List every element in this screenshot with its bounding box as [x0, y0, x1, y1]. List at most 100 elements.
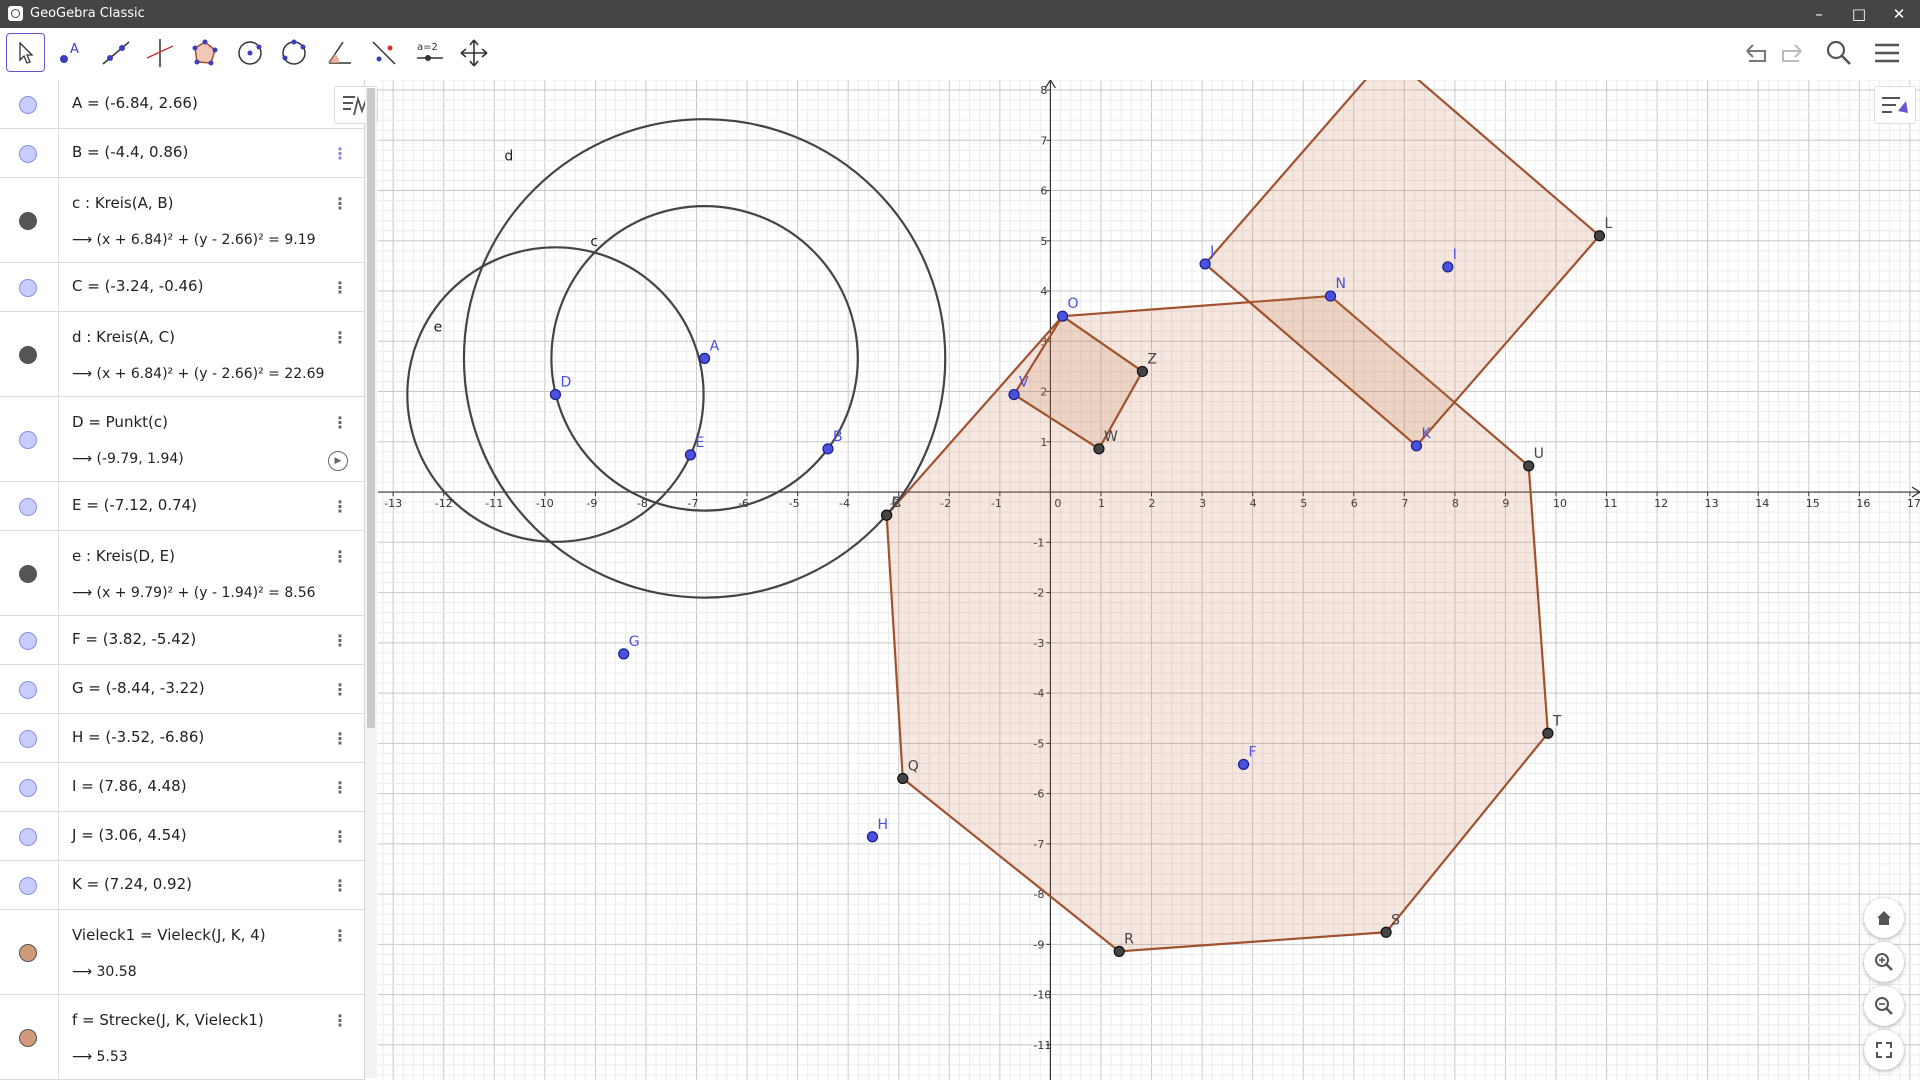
algebra-row[interactable]: f = Strecke(J, K, Vieleck1) ⟶ 5.53 ⋮ — [0, 995, 364, 1080]
row-divider — [58, 397, 59, 481]
fullscreen-icon[interactable] — [1864, 1030, 1904, 1070]
close-icon[interactable]: ✕ — [1876, 0, 1920, 28]
point-K — [1410, 440, 1423, 452]
algebra-definition[interactable]: Vieleck1 = Vieleck(J, K, 4) — [72, 926, 266, 944]
algebra-row[interactable]: e : Kreis(D, E) ⟶ (x + 9.79)² + (y - 1.94… — [0, 531, 364, 616]
home-icon[interactable] — [1864, 898, 1904, 938]
play-animation-icon[interactable]: ▶ — [328, 451, 348, 471]
more-options-icon[interactable]: ⋮ — [332, 144, 348, 164]
x-tick-label: 15 — [1806, 497, 1820, 510]
point-label: T — [1552, 713, 1562, 729]
polygon-tool[interactable] — [184, 33, 224, 73]
algebra-definition[interactable]: e : Kreis(D, E) — [72, 547, 175, 565]
more-options-icon[interactable]: ⋮ — [332, 631, 348, 651]
algebra-definition[interactable]: D = Punkt(c) — [72, 413, 168, 431]
more-options-icon[interactable]: ⋮ — [332, 778, 348, 798]
y-tick-label: 6 — [1040, 185, 1047, 198]
algebra-row[interactable]: H = (-3.52, -6.86) ⋮ — [0, 714, 364, 763]
algebra-row[interactable]: J = (3.06, 4.54) ⋮ — [0, 812, 364, 861]
circle-tool[interactable] — [230, 33, 270, 73]
algebra-row[interactable]: G = (-8.44, -3.22) ⋮ — [0, 665, 364, 714]
search-icon[interactable] — [1822, 36, 1856, 70]
visibility-toggle[interactable] — [19, 211, 37, 230]
more-options-icon[interactable]: ⋮ — [332, 876, 348, 896]
algebra-row[interactable]: A = (-6.84, 2.66) — [0, 80, 364, 129]
algebra-definition[interactable]: F = (3.82, -5.42) — [72, 630, 196, 648]
visibility-toggle[interactable] — [19, 430, 37, 449]
visibility-toggle[interactable] — [19, 278, 37, 297]
visibility-toggle[interactable] — [19, 729, 37, 748]
point-label: K — [1421, 426, 1431, 442]
more-options-icon[interactable]: ⋮ — [332, 925, 348, 945]
visibility-toggle[interactable] — [19, 95, 37, 114]
algebra-definition[interactable]: d : Kreis(A, C) — [72, 328, 175, 346]
visibility-toggle[interactable] — [19, 497, 37, 516]
algebra-scrollbar[interactable] — [365, 88, 377, 1078]
more-options-icon[interactable]: ⋮ — [332, 497, 348, 517]
algebra-row[interactable]: C = (-3.24, -0.46) ⋮ — [0, 263, 364, 312]
undo-icon[interactable] — [1738, 36, 1772, 70]
algebra-definition[interactable]: f = Strecke(J, K, Vieleck1) — [72, 1011, 264, 1029]
algebra-definition[interactable]: c : Kreis(A, B) — [72, 194, 174, 212]
visibility-toggle[interactable] — [19, 680, 37, 699]
visibility-toggle[interactable] — [19, 631, 37, 650]
more-options-icon[interactable]: ⋮ — [332, 827, 348, 847]
algebra-definition[interactable]: E = (-7.12, 0.74) — [72, 496, 197, 514]
algebra-definition[interactable]: G = (-8.44, -3.22) — [72, 679, 205, 697]
more-options-icon[interactable]: ⋮ — [332, 278, 348, 298]
slider-tool[interactable]: a=2 — [410, 33, 450, 73]
menu-icon[interactable] — [1870, 36, 1904, 70]
point-Z — [1136, 365, 1149, 378]
visibility-toggle[interactable] — [19, 778, 37, 797]
algebra-row[interactable]: D = Punkt(c) ⟶ (-9.79, 1.94) ⋮ ▶ — [0, 397, 364, 482]
graphics-style-bar-toggle[interactable] — [1874, 86, 1916, 124]
more-options-icon[interactable]: ⋮ — [332, 412, 348, 432]
move-tool[interactable] — [6, 33, 45, 72]
algebra-row[interactable]: d : Kreis(A, C) ⟶ (x + 6.84)² + (y - 2.66… — [0, 312, 364, 397]
visibility-toggle[interactable] — [19, 827, 37, 846]
point-label: G — [629, 634, 640, 650]
scrollbar-thumb[interactable] — [367, 88, 375, 728]
algebra-definition[interactable]: I = (7.86, 4.48) — [72, 777, 187, 795]
visibility-toggle[interactable] — [19, 1028, 37, 1047]
visibility-toggle[interactable] — [19, 345, 37, 364]
algebra-row[interactable]: Vieleck1 = Vieleck(J, K, 4) ⟶ 30.58 ⋮ — [0, 910, 364, 995]
move-graphics-tool[interactable] — [454, 33, 494, 73]
algebra-row[interactable]: K = (7.24, 0.92) ⋮ — [0, 861, 364, 910]
redo-icon[interactable] — [1776, 36, 1810, 70]
more-options-icon[interactable]: ⋮ — [332, 327, 348, 347]
visibility-toggle[interactable] — [19, 564, 37, 583]
algebra-definition[interactable]: K = (7.24, 0.92) — [72, 875, 192, 893]
algebra-row[interactable]: I = (7.86, 4.48) ⋮ — [0, 763, 364, 812]
more-options-icon[interactable]: ⋮ — [332, 193, 348, 213]
algebra-definition[interactable]: A = (-6.84, 2.66) — [72, 94, 198, 112]
algebra-definition[interactable]: J = (3.06, 4.54) — [72, 826, 187, 844]
visibility-toggle[interactable] — [19, 943, 37, 962]
more-options-icon[interactable]: ⋮ — [332, 729, 348, 749]
point-H — [866, 831, 879, 843]
more-options-icon[interactable]: ⋮ — [332, 680, 348, 700]
algebra-definition[interactable]: B = (-4.4, 0.86) — [72, 143, 188, 161]
more-options-icon[interactable]: ⋮ — [332, 1010, 348, 1030]
graphics-canvas[interactable]: -13-12-11-10-9-8-7-6-5-4-3-2-10123456789… — [378, 52, 1920, 1080]
circle-three-points-tool[interactable] — [274, 33, 314, 73]
algebra-row[interactable]: c : Kreis(A, B) ⟶ (x + 6.84)² + (y - 2.66… — [0, 178, 364, 263]
more-options-icon[interactable]: ⋮ — [332, 546, 348, 566]
algebra-definition[interactable]: C = (-3.24, -0.46) — [72, 277, 203, 295]
zoom-in-icon[interactable] — [1864, 942, 1904, 982]
algebra-row[interactable]: F = (3.82, -5.42) ⋮ — [0, 616, 364, 665]
point-tool[interactable]: A — [50, 33, 90, 73]
zoom-out-icon[interactable] — [1864, 986, 1904, 1026]
algebra-definition[interactable]: H = (-3.52, -6.86) — [72, 728, 204, 746]
point-label: S — [1391, 912, 1400, 928]
graphics-view[interactable]: -13-12-11-10-9-8-7-6-5-4-3-2-10123456789… — [378, 52, 1920, 1080]
algebra-row[interactable]: B = (-4.4, 0.86) ⋮ — [0, 129, 364, 178]
algebra-row[interactable]: E = (-7.12, 0.74) ⋮ — [0, 482, 364, 531]
reflect-tool[interactable] — [364, 33, 404, 73]
angle-tool[interactable] — [320, 33, 360, 73]
visibility-toggle[interactable] — [19, 144, 37, 163]
algebra-value: ⟶ (x + 6.84)² + (y - 2.66)² = 22.69 — [72, 366, 325, 382]
line-tool[interactable] — [96, 33, 136, 73]
visibility-toggle[interactable] — [19, 876, 37, 895]
perpendicular-line-tool[interactable] — [140, 33, 180, 73]
